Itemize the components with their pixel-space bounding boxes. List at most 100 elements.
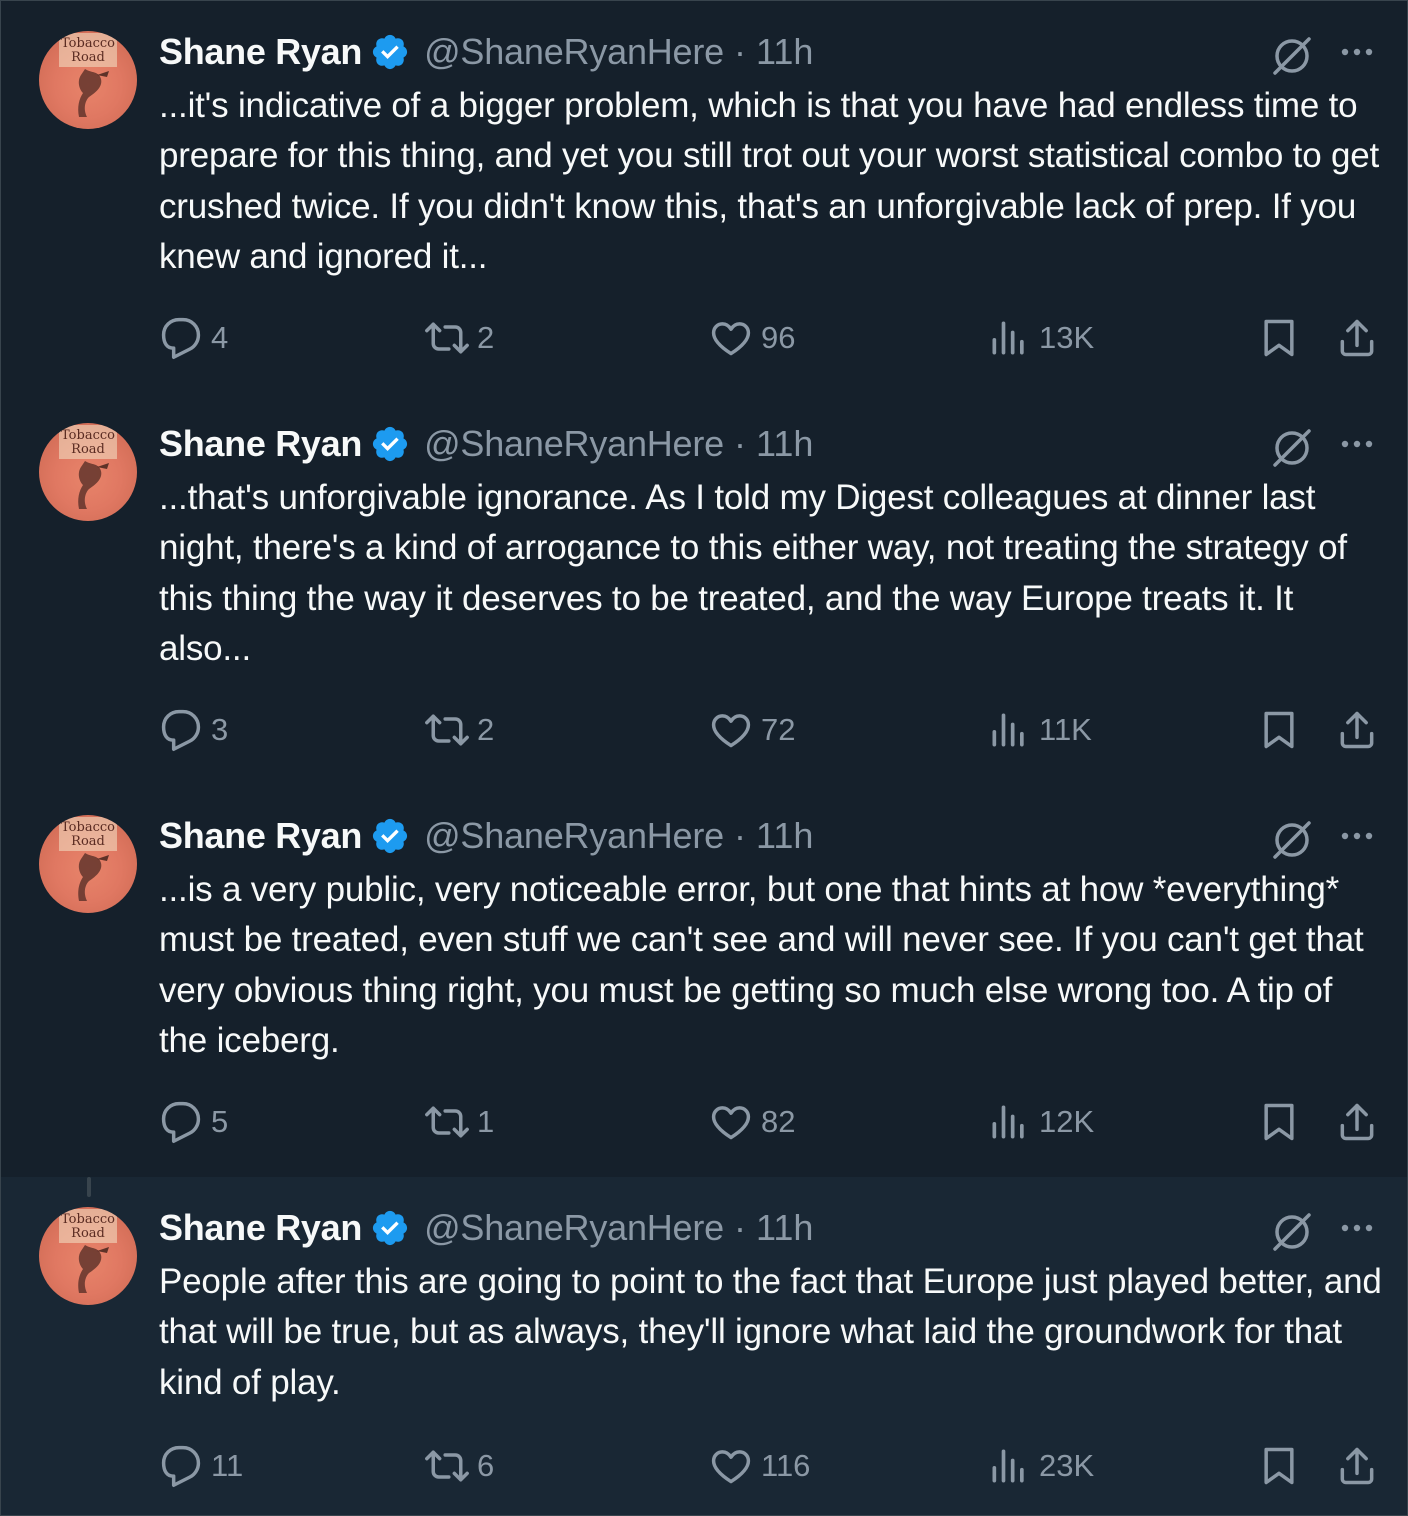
repost-count: 1 [477,1104,495,1139]
verified-badge-icon[interactable] [370,1208,410,1248]
repost-count: 2 [477,320,495,355]
verified-badge-icon[interactable] [370,424,410,464]
share-button[interactable] [1335,313,1385,363]
like-button[interactable]: 96 [709,313,795,363]
grok-icon[interactable] [1269,33,1315,79]
grok-icon[interactable] [1269,817,1315,863]
separator-dot: · [734,423,746,464]
like-count: 96 [761,320,796,355]
tweet-actions: 11 6 116 23K [159,1441,1389,1491]
like-button[interactable]: 72 [709,705,795,755]
like-button[interactable]: 116 [709,1441,810,1491]
avatar-text-line1: Tobacco [61,1212,115,1227]
like-button[interactable]: 82 [709,1097,795,1147]
bookmark-button[interactable] [1257,1441,1307,1491]
reply-button[interactable]: 4 [159,313,228,363]
avatar[interactable]: Tobacco Road [39,423,137,521]
share-icon [1340,1447,1374,1485]
views-button[interactable]: 13K [987,313,1094,363]
reply-button[interactable]: 3 [159,705,228,755]
share-button[interactable] [1335,1097,1385,1147]
tweet-header: Shane Ryan @ShaneRyanHere · 11h [159,813,813,859]
author-handle[interactable]: @ShaneRyanHere [424,423,724,465]
share-icon [1340,1103,1374,1141]
separator-dot: · [734,815,746,856]
repost-icon [425,714,469,746]
avatar-text-line2: Road [71,834,105,849]
thread-container: Tobacco Road Shane Ryan @ShaneRyanHere ·… [0,0,1408,1516]
like-count: 72 [761,712,796,747]
avatar[interactable]: Tobacco Road [39,1207,137,1305]
more-icon[interactable] [1337,37,1377,67]
bookmark-button[interactable] [1257,1097,1307,1147]
tweet[interactable]: Tobacco Road Shane Ryan @ShaneRyanHere ·… [1,1,1407,393]
bookmark-icon [1264,1447,1294,1485]
views-button[interactable]: 23K [987,1441,1094,1491]
bookmark-icon [1264,1103,1294,1141]
avatar[interactable]: Tobacco Road [39,31,137,129]
author-name[interactable]: Shane Ryan [159,815,362,857]
views-icon [992,1449,1024,1483]
like-count: 116 [761,1448,811,1483]
bookmark-button[interactable] [1257,313,1307,363]
avatar[interactable]: Tobacco Road [39,815,137,913]
repost-icon [425,322,469,354]
tweet-actions: 3 2 72 11K [159,705,1389,755]
tweet[interactable]: Tobacco Road Shane Ryan @ShaneRyanHere ·… [1,1177,1407,1515]
views-button[interactable]: 11K [987,705,1092,755]
separator-dot: · [734,1207,746,1248]
repost-button[interactable]: 2 [425,313,494,363]
avatar-text-line2: Road [71,442,105,457]
author-handle[interactable]: @ShaneRyanHere [424,1207,724,1249]
tweet[interactable]: Tobacco Road Shane Ryan @ShaneRyanHere ·… [1,785,1407,1177]
repost-icon [425,1106,469,1138]
grok-icon[interactable] [1269,1209,1315,1255]
tweet-header: Shane Ryan @ShaneRyanHere · 11h [159,421,813,467]
views-button[interactable]: 12K [987,1097,1094,1147]
tweet-header: Shane Ryan @ShaneRyanHere · 11h [159,1205,813,1251]
author-name[interactable]: Shane Ryan [159,1207,362,1249]
grok-icon[interactable] [1269,425,1315,471]
reply-icon [161,317,201,359]
tweet-text: ...is a very public, very noticeable err… [159,870,1364,1060]
tweet[interactable]: Tobacco Road Shane Ryan @ShaneRyanHere ·… [1,393,1407,785]
timestamp[interactable]: 11h [756,423,813,465]
avatar-text-line1: Tobacco [61,36,115,51]
tweet-header: Shane Ryan @ShaneRyanHere · 11h [159,29,813,75]
author-name[interactable]: Shane Ryan [159,423,362,465]
author-handle[interactable]: @ShaneRyanHere [424,815,724,857]
timestamp[interactable]: 11h [756,1207,813,1249]
views-count: 13K [1039,320,1095,355]
like-icon [711,1450,751,1484]
repost-button[interactable]: 2 [425,705,494,755]
reply-icon [161,1445,201,1487]
like-icon [711,322,751,356]
share-button[interactable] [1335,1441,1385,1491]
timestamp[interactable]: 11h [756,815,813,857]
bookmark-icon [1264,319,1294,357]
avatar-text-line1: Tobacco [61,820,115,835]
author-handle[interactable]: @ShaneRyanHere [424,31,724,73]
repost-button[interactable]: 1 [425,1097,494,1147]
verified-badge-icon[interactable] [370,32,410,72]
more-icon[interactable] [1337,1213,1377,1243]
tweet-actions: 4 2 96 13K [159,313,1389,363]
share-icon [1340,711,1374,749]
reply-button[interactable]: 11 [159,1441,243,1491]
share-button[interactable] [1335,705,1385,755]
repost-button[interactable]: 6 [425,1441,494,1491]
more-icon[interactable] [1337,821,1377,851]
repost-count: 2 [477,712,495,747]
reply-count: 11 [211,1448,244,1483]
more-icon[interactable] [1337,429,1377,459]
tweet-text: ...it's indicative of a bigger problem, … [159,86,1380,276]
repost-icon [425,1450,469,1482]
reply-count: 4 [211,320,229,355]
verified-badge-icon[interactable] [370,816,410,856]
author-name[interactable]: Shane Ryan [159,31,362,73]
reply-button[interactable]: 5 [159,1097,228,1147]
like-count: 82 [761,1104,796,1139]
tweet-text: People after this are going to point to … [159,1262,1382,1402]
timestamp[interactable]: 11h [756,31,813,73]
bookmark-button[interactable] [1257,705,1307,755]
